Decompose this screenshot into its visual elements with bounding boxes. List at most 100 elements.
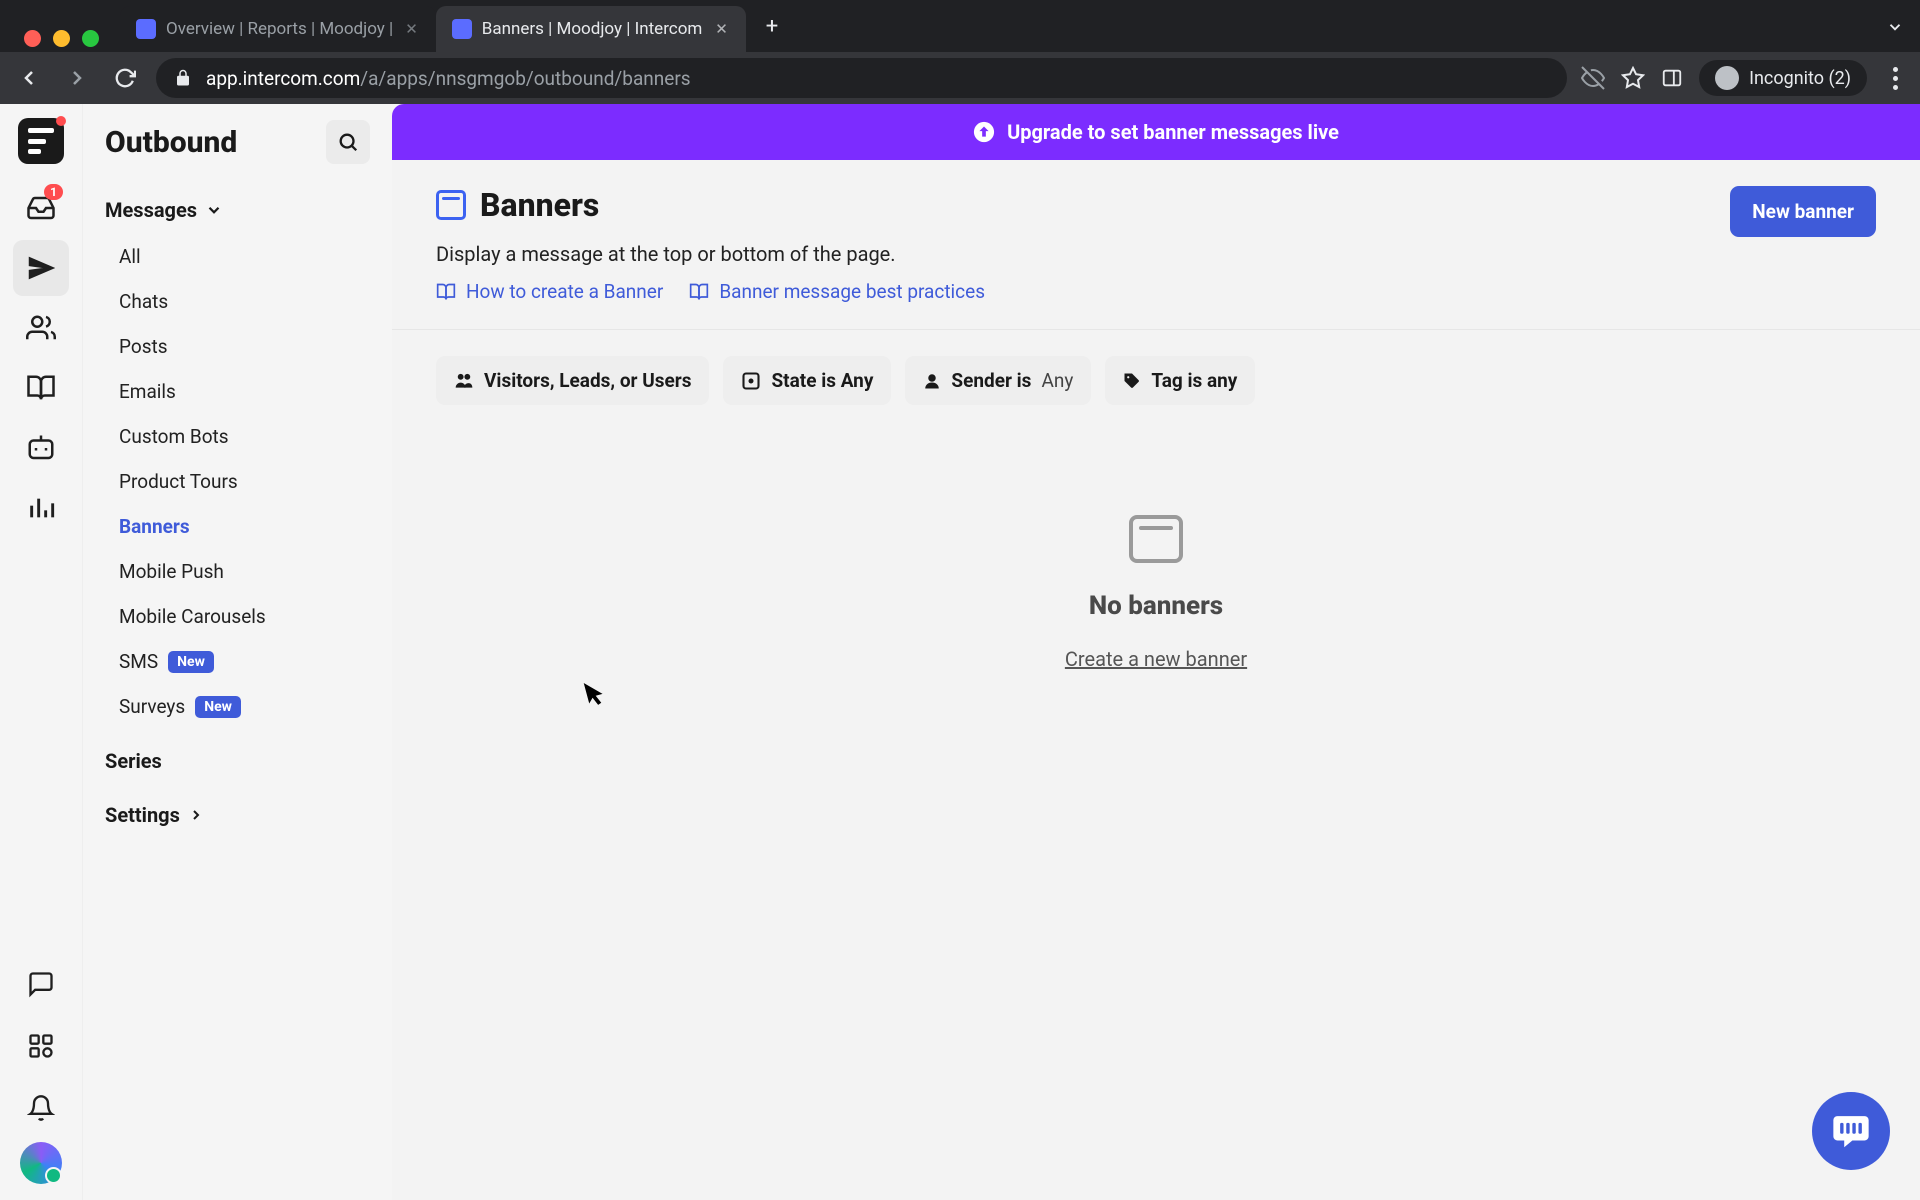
nav-series[interactable]: Series (95, 729, 380, 783)
app-root: 1 (0, 104, 1920, 1200)
nav-item-product-tours[interactable]: Product Tours (95, 459, 380, 504)
new-banner-button[interactable]: New banner (1730, 186, 1876, 237)
incognito-indicator[interactable]: Incognito (2) (1699, 60, 1867, 96)
rail-outbound[interactable] (13, 240, 69, 296)
rail-messages[interactable] (13, 956, 69, 1012)
nav-item-label: Emails (119, 380, 176, 403)
incognito-label: Incognito (2) (1749, 68, 1851, 89)
nav-item-label: Chats (119, 290, 168, 313)
rail-operator[interactable] (13, 420, 69, 476)
filter-sender[interactable]: Sender is Any (905, 356, 1091, 405)
help-link-label: Banner message best practices (719, 280, 985, 303)
nav-item-sms[interactable]: SMS New (95, 639, 380, 684)
intercom-chat-fab[interactable] (1812, 1092, 1890, 1170)
nav-item-label: Product Tours (119, 470, 238, 493)
browser-tab-1[interactable]: Overview | Reports | Moodjoy | ✕ (120, 6, 436, 52)
rail-notifications[interactable] (13, 1080, 69, 1136)
inbox-badge: 1 (44, 184, 63, 200)
chevron-right-icon (188, 807, 204, 823)
nav-item-label: Mobile Carousels (119, 605, 266, 628)
side-panel-icon[interactable] (1661, 67, 1683, 89)
icon-rail: 1 (0, 104, 82, 1200)
tab-title: Overview | Reports | Moodjoy | (166, 19, 393, 39)
nav-item-posts[interactable]: Posts (95, 324, 380, 369)
rail-articles[interactable] (13, 360, 69, 416)
upgrade-arrow-icon (973, 121, 995, 143)
nav-item-banners[interactable]: Banners (95, 504, 380, 549)
filter-bar: Visitors, Leads, or Users State is Any S… (436, 330, 1876, 405)
main: Upgrade to set banner messages live Bann… (392, 104, 1920, 1200)
toolbar-right: Incognito (2) (1581, 60, 1908, 96)
nav-reload-button[interactable] (108, 61, 142, 95)
new-badge: New (195, 696, 241, 718)
nav-item-label: SMS (119, 650, 158, 673)
filter-value: Any (1041, 369, 1073, 392)
person-icon (923, 372, 941, 390)
nav-item-label: All (119, 245, 141, 268)
state-icon (741, 371, 761, 391)
filter-label: State is Any (771, 369, 873, 392)
help-link-best-practices[interactable]: Banner message best practices (689, 280, 985, 303)
rail-contacts[interactable] (13, 300, 69, 356)
nav-item-mobile-push[interactable]: Mobile Push (95, 549, 380, 594)
empty-banner-icon (1129, 515, 1183, 563)
nav-item-chats[interactable]: Chats (95, 279, 380, 324)
tag-icon (1123, 372, 1141, 390)
nav-item-emails[interactable]: Emails (95, 369, 380, 414)
page-title: Banners (480, 186, 599, 224)
help-link-create[interactable]: How to create a Banner (436, 280, 663, 303)
url-host: app.intercom.com (206, 67, 360, 90)
tabs-dropdown-icon[interactable] (1886, 18, 1904, 36)
empty-create-link[interactable]: Create a new banner (1065, 621, 1247, 671)
rail-reports[interactable] (13, 480, 69, 536)
tab-favicon (452, 19, 472, 39)
nav-section-messages[interactable]: Messages (95, 186, 380, 234)
new-badge: New (168, 651, 214, 673)
rail-apps[interactable] (13, 1018, 69, 1074)
chrome-menu-button[interactable] (1883, 67, 1908, 90)
bookmark-star-icon[interactable] (1621, 66, 1645, 90)
nav-forward-button[interactable] (60, 61, 94, 95)
nav-item-mobile-carousels[interactable]: Mobile Carousels (95, 594, 380, 639)
rail-inbox[interactable]: 1 (13, 180, 69, 236)
filter-label: Tag is any (1151, 369, 1237, 392)
app-logo[interactable] (18, 118, 64, 164)
nav-series-label: Series (105, 749, 162, 773)
tab-close-icon[interactable]: ✕ (713, 20, 730, 38)
nav-item-label: Banners (119, 515, 190, 538)
mac-maximize-button[interactable] (82, 30, 99, 47)
mac-close-button[interactable] (24, 30, 41, 47)
book-icon (689, 282, 709, 302)
nav-item-custom-bots[interactable]: Custom Bots (95, 414, 380, 459)
nav-item-surveys[interactable]: Surveys New (95, 684, 380, 729)
nav-list: All Chats Posts Emails Custom Bots Produ… (95, 234, 380, 729)
browser-toolbar: app.intercom.com/a/apps/nnsgmgob/outboun… (0, 52, 1920, 104)
tracking-blocked-icon[interactable] (1581, 66, 1605, 90)
address-bar[interactable]: app.intercom.com/a/apps/nnsgmgob/outboun… (156, 58, 1567, 98)
sidebar-title: Outbound (105, 125, 237, 160)
incognito-icon (1715, 66, 1739, 90)
nav-back-button[interactable] (12, 61, 46, 95)
banner-icon (436, 190, 466, 220)
nav-settings[interactable]: Settings (95, 783, 380, 837)
tab-strip: Overview | Reports | Moodjoy | ✕ Banners… (0, 0, 1920, 52)
page-subtitle: Display a message at the top or bottom o… (436, 224, 985, 266)
mac-minimize-button[interactable] (53, 30, 70, 47)
browser-tab-2[interactable]: Banners | Moodjoy | Intercom ✕ (436, 6, 746, 52)
filter-label: Sender is (951, 369, 1031, 392)
nav-item-all[interactable]: All (95, 234, 380, 279)
filter-tag[interactable]: Tag is any (1105, 356, 1255, 405)
upgrade-promo-bar[interactable]: Upgrade to set banner messages live (392, 104, 1920, 160)
filter-audience[interactable]: Visitors, Leads, or Users (436, 356, 709, 405)
nav-item-label: Mobile Push (119, 560, 224, 583)
promo-text: Upgrade to set banner messages live (1007, 120, 1339, 144)
filter-state[interactable]: State is Any (723, 356, 891, 405)
nav-item-label: Surveys (119, 695, 185, 718)
tab-close-icon[interactable]: ✕ (403, 20, 420, 38)
chevron-down-icon (205, 201, 223, 219)
rail-avatar[interactable] (20, 1142, 62, 1184)
search-icon (337, 131, 359, 153)
search-button[interactable] (326, 120, 370, 164)
people-icon (454, 371, 474, 391)
new-tab-button[interactable]: + (746, 14, 798, 39)
